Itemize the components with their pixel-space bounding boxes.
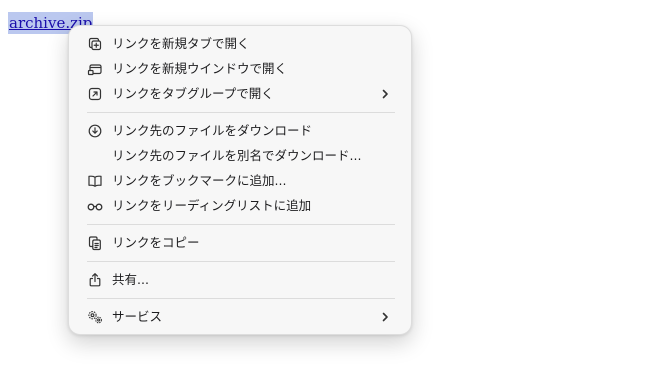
menu-item-label: リンク先のファイルをダウンロード bbox=[112, 123, 313, 138]
new-window-icon bbox=[87, 61, 103, 77]
menu-item-copy-link[interactable]: リンクをコピー bbox=[75, 231, 405, 255]
menu-item-label: リンクをブックマークに追加... bbox=[112, 173, 287, 188]
menu-item-label: 共有... bbox=[112, 272, 149, 287]
menu-item-label: リンクを新規ウインドウで開く bbox=[112, 61, 288, 76]
browser-page: archive.zip リンクを新規タブで開く リンクを新規ウインドウで開く リ… bbox=[0, 0, 672, 378]
menu-item-services[interactable]: サービス bbox=[75, 305, 405, 329]
menu-separator bbox=[87, 298, 395, 299]
chevron-right-icon bbox=[379, 311, 391, 323]
menu-separator bbox=[87, 112, 395, 113]
menu-item-label: サービス bbox=[112, 309, 163, 324]
menu-item-download-linked-file-as[interactable]: リンク先のファイルを別名でダウンロード... bbox=[75, 144, 405, 168]
tab-group-icon bbox=[87, 86, 103, 102]
copy-icon bbox=[87, 235, 103, 251]
share-icon bbox=[87, 272, 103, 288]
menu-item-add-reading-list[interactable]: リンクをリーディングリストに追加 bbox=[75, 194, 405, 218]
chevron-right-icon bbox=[379, 88, 391, 100]
menu-separator bbox=[87, 224, 395, 225]
menu-item-open-new-window[interactable]: リンクを新規ウインドウで開く bbox=[75, 57, 405, 81]
reading-glasses-icon bbox=[87, 198, 103, 214]
menu-item-label: リンクをリーディングリストに追加 bbox=[112, 198, 312, 213]
menu-item-download-linked-file[interactable]: リンク先のファイルをダウンロード bbox=[75, 119, 405, 143]
menu-item-label: リンクをコピー bbox=[112, 235, 200, 250]
menu-item-open-new-tab[interactable]: リンクを新規タブで開く bbox=[75, 32, 405, 56]
new-tab-icon bbox=[87, 36, 103, 52]
context-menu: リンクを新規タブで開く リンクを新規ウインドウで開く リンクをタブグループで開く… bbox=[68, 25, 412, 335]
menu-item-label: リンクを新規タブで開く bbox=[112, 36, 250, 51]
menu-item-share[interactable]: 共有... bbox=[75, 268, 405, 292]
menu-item-open-tab-group[interactable]: リンクをタブグループで開く bbox=[75, 82, 405, 106]
menu-item-label: リンクをタブグループで開く bbox=[112, 86, 274, 101]
menu-item-label: リンク先のファイルを別名でダウンロード... bbox=[112, 148, 362, 163]
book-icon bbox=[87, 173, 103, 189]
menu-item-add-bookmark[interactable]: リンクをブックマークに追加... bbox=[75, 169, 405, 193]
download-icon bbox=[87, 123, 103, 139]
menu-separator bbox=[87, 261, 395, 262]
services-gear-icon bbox=[87, 309, 103, 325]
